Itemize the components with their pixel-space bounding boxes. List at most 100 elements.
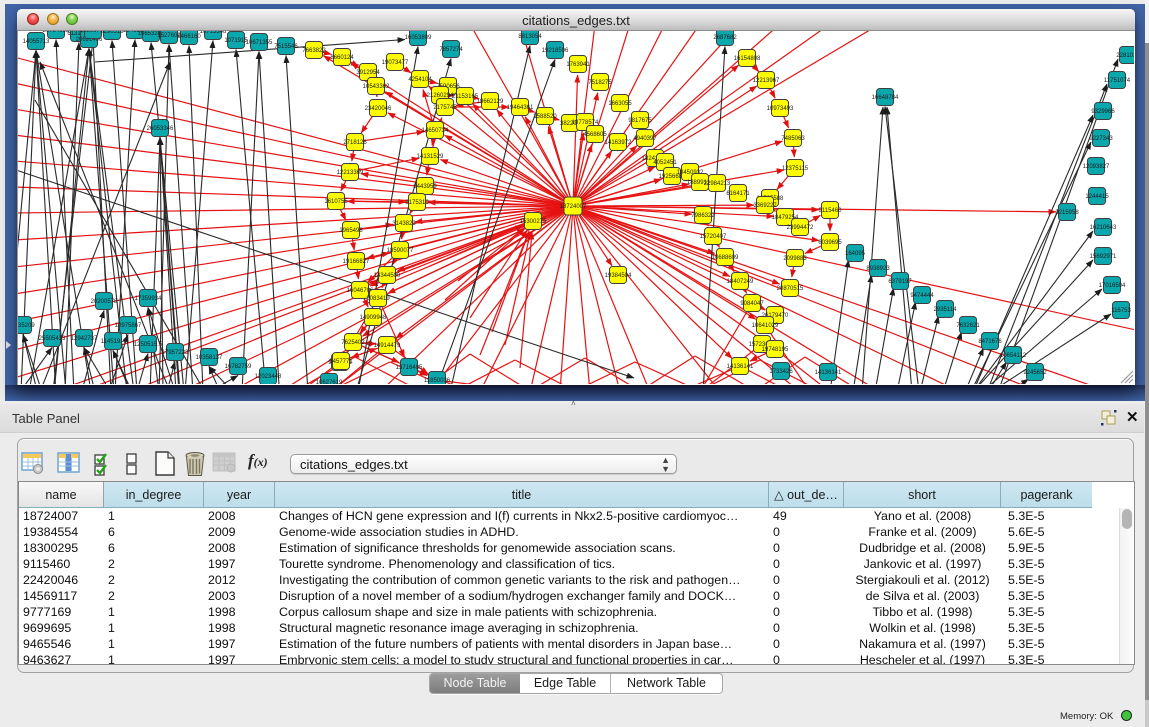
svg-text:15720407: 15720407 [700, 234, 727, 240]
svg-text:3215958: 3215958 [1055, 210, 1079, 216]
svg-text:16154808: 16154808 [734, 56, 761, 62]
svg-text:10641029: 10641029 [752, 323, 779, 329]
svg-text:2718126: 2718126 [343, 140, 367, 146]
svg-text:9227343: 9227343 [1089, 136, 1113, 142]
svg-text:3143823: 3143823 [392, 221, 416, 227]
svg-text:10358137: 10358137 [196, 355, 223, 361]
svg-text:7518275: 7518275 [588, 80, 612, 86]
svg-text:4940397: 4940397 [633, 136, 657, 142]
svg-text:14344500: 14344500 [374, 273, 401, 279]
svg-text:1965498: 1965498 [339, 228, 363, 234]
svg-text:10654112: 10654112 [1000, 353, 1027, 359]
svg-text:14136141: 14136141 [815, 370, 842, 376]
svg-text:8290519: 8290519 [100, 31, 124, 35]
svg-text:16053809: 16053809 [405, 35, 432, 41]
svg-text:9245652: 9245652 [1023, 370, 1047, 376]
svg-text:26053346: 26053346 [147, 126, 174, 132]
svg-text:114519.4: 114519.4 [101, 339, 126, 345]
svg-text:116753: 116753 [1111, 308, 1131, 314]
svg-text:2687682: 2687682 [713, 35, 737, 41]
svg-text:11751074: 11751074 [1104, 78, 1131, 84]
svg-text:10671355: 10671355 [246, 40, 273, 46]
svg-text:6379197: 6379197 [888, 279, 912, 285]
svg-text:1610755: 1610755 [324, 199, 348, 205]
svg-text:2083419: 2083419 [366, 296, 390, 302]
svg-text:2443959: 2443959 [413, 184, 437, 190]
svg-text:15300275: 15300275 [520, 219, 547, 225]
svg-text:16782759: 16782759 [225, 364, 252, 370]
svg-text:14914479: 14914479 [374, 343, 401, 349]
svg-text:2281037: 2281037 [1116, 53, 1134, 59]
svg-text:16713348: 16713348 [200, 31, 227, 35]
svg-text:17957223: 17957223 [162, 350, 189, 356]
svg-text:9115460: 9115460 [819, 208, 843, 214]
svg-text:7986322: 7986322 [691, 213, 715, 219]
svg-text:10627619: 10627619 [316, 380, 343, 384]
svg-text:19166827: 19166827 [343, 259, 370, 265]
svg-text:12213369: 12213369 [337, 170, 364, 176]
svg-text:7857274: 7857274 [439, 47, 463, 53]
svg-text:1763941: 1763941 [566, 62, 590, 68]
svg-text:19662129: 19662129 [477, 99, 504, 105]
svg-text:8660124: 8660124 [330, 55, 354, 61]
svg-text:21153165: 21153165 [452, 94, 479, 100]
svg-text:8813054: 8813054 [518, 34, 542, 40]
svg-text:14163972: 14163972 [605, 140, 632, 146]
svg-text:17016504: 17016504 [1099, 283, 1126, 289]
svg-text:25505433: 25505433 [39, 336, 66, 342]
svg-text:1250515.5: 1250515.5 [134, 342, 163, 348]
svg-text:12093827: 12093827 [1083, 164, 1110, 170]
svg-text:4254104: 4254104 [408, 77, 432, 83]
svg-text:9817675: 9817675 [628, 118, 652, 124]
svg-text:12375115: 12375115 [782, 166, 809, 172]
svg-text:7663822: 7663822 [302, 48, 326, 54]
svg-text:16210643: 16210643 [1090, 225, 1117, 231]
svg-text:1244415: 1244415 [1085, 194, 1109, 200]
svg-text:3912954: 3912954 [356, 70, 380, 76]
svg-text:7485063: 7485063 [781, 136, 805, 142]
svg-text:1588520: 1588520 [533, 114, 557, 120]
svg-text:12023448: 12023448 [255, 374, 282, 380]
svg-text:164095: 164095 [845, 251, 866, 257]
svg-text:8471676: 8471676 [978, 339, 1002, 345]
svg-text:8938923: 8938923 [866, 266, 890, 272]
svg-text:12942737: 12942737 [71, 336, 98, 342]
svg-text:18590077: 18590077 [387, 248, 414, 254]
svg-text:2935114: 2935114 [934, 307, 958, 313]
svg-text:6466160: 6466160 [177, 34, 201, 40]
svg-text:8175310: 8175310 [405, 200, 429, 206]
svg-text:19073477: 19073477 [382, 60, 409, 66]
svg-text:2099883: 2099883 [783, 256, 807, 262]
svg-text:1663055: 1663055 [608, 101, 632, 107]
svg-text:9329966: 9329966 [1091, 109, 1115, 115]
svg-text:4052451: 4052451 [653, 160, 677, 166]
svg-text:12213967: 12213967 [753, 78, 780, 84]
svg-text:5635209: 5635209 [18, 323, 35, 329]
svg-text:14650734: 14650734 [422, 128, 449, 134]
svg-text:15692971: 15692971 [1090, 254, 1117, 260]
svg-text:14055713: 14055713 [23, 39, 50, 45]
svg-text:7625402: 7625402 [341, 340, 365, 346]
svg-text:6039695: 6039695 [818, 240, 842, 246]
svg-text:9474444: 9474444 [910, 293, 934, 299]
svg-text:26754952: 26754952 [43, 31, 70, 34]
svg-text:4568605: 4568605 [583, 132, 607, 138]
svg-text:16648784: 16648784 [872, 95, 899, 101]
svg-text:14131529: 14131529 [417, 154, 444, 160]
svg-text:10975867: 10975867 [115, 323, 142, 329]
svg-text:3369227: 3369227 [753, 203, 777, 209]
svg-text:14136141: 14136141 [727, 364, 754, 370]
svg-text:10688609: 10688609 [712, 255, 739, 261]
svg-text:23420046: 23420046 [365, 106, 392, 112]
svg-text:19384504: 19384504 [605, 273, 632, 279]
svg-text:23994472: 23994472 [787, 225, 814, 231]
svg-text:11850036: 11850036 [424, 378, 451, 384]
svg-text:17359934: 17359934 [135, 296, 162, 302]
svg-text:7632621: 7632621 [956, 323, 980, 329]
svg-text:1733426: 1733426 [769, 369, 793, 375]
svg-text:14909948: 14909948 [360, 315, 387, 321]
svg-text:7515546: 7515546 [274, 44, 298, 50]
svg-text:18407249: 18407249 [727, 279, 754, 285]
svg-text:6164171: 6164171 [726, 191, 750, 197]
svg-text:9457771: 9457771 [329, 359, 353, 365]
